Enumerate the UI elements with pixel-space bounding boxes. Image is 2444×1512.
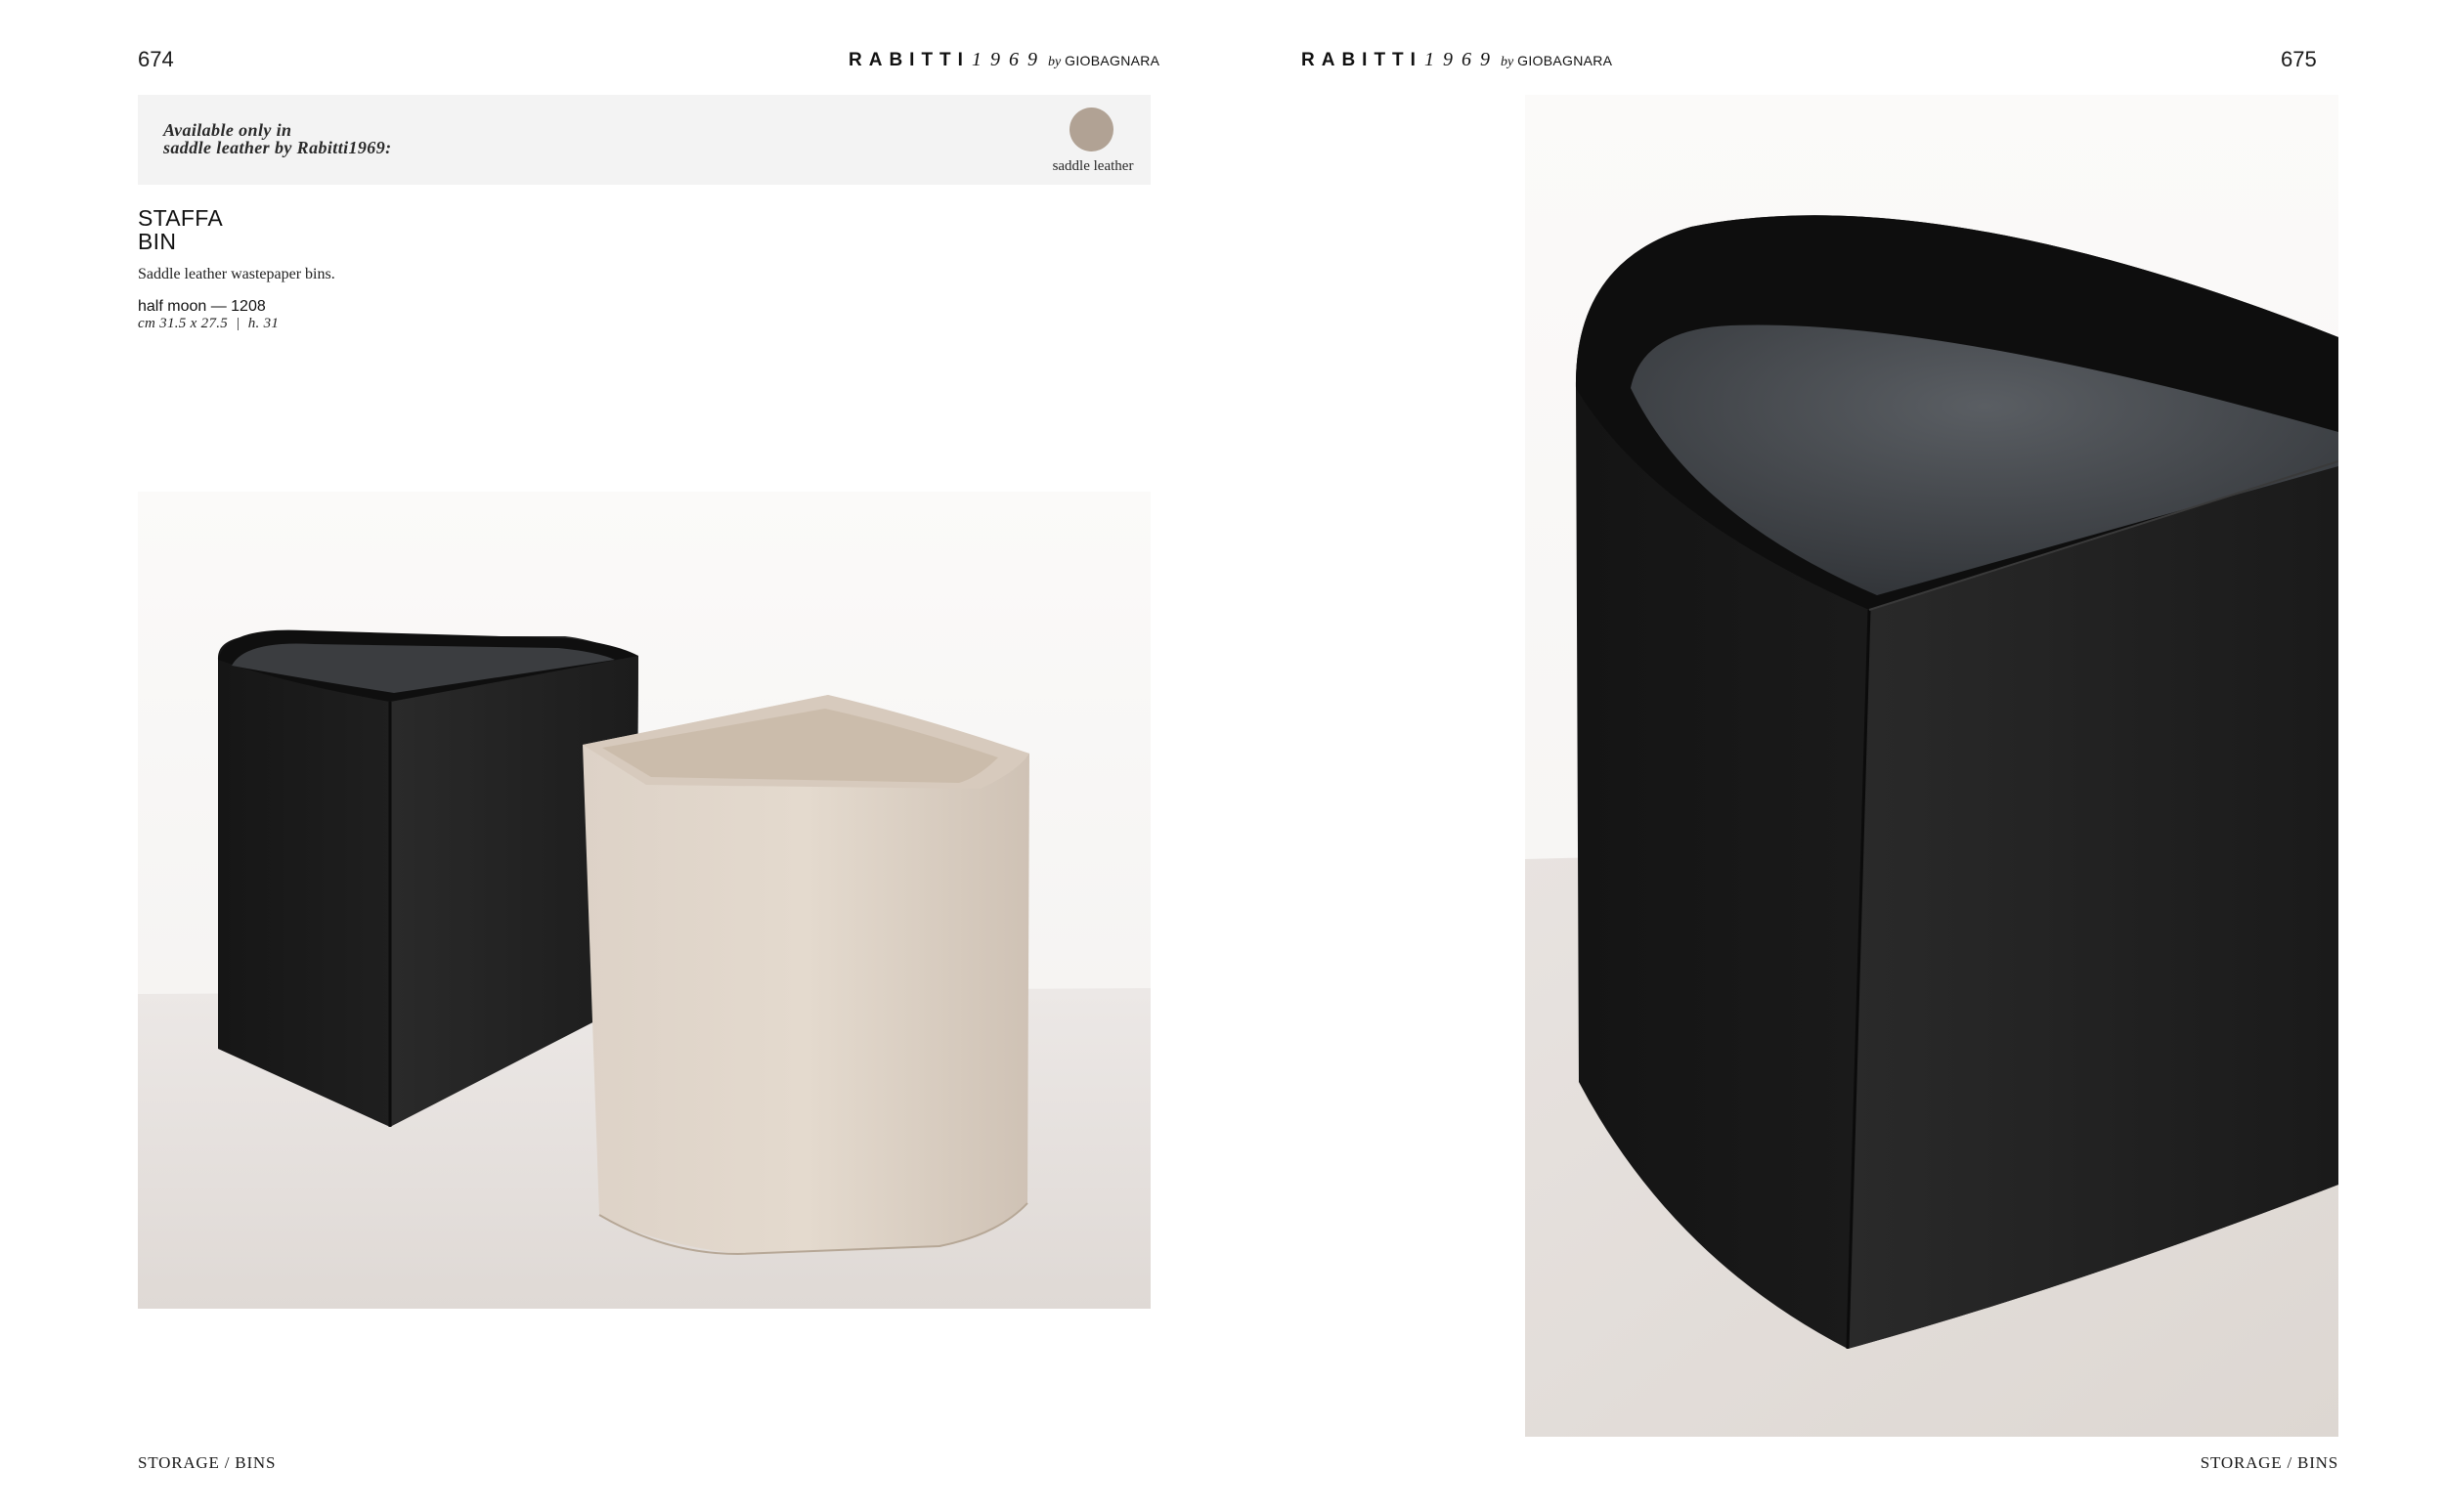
availability-line-2: saddle leather by Rabitti1969: (163, 138, 392, 157)
brand-maker: GIOBAGNARA (1517, 53, 1613, 68)
swatch-label: saddle leather (1052, 158, 1134, 174)
footer-section-left: STORAGE / BINS (138, 1453, 277, 1472)
bins-pair-illustration (138, 492, 1151, 1309)
availability-text: Available only in saddle leather by Rabi… (163, 121, 391, 156)
product-photo-pair (138, 492, 1151, 1309)
brand-year: 1969 (1423, 49, 1499, 70)
bin-closeup-illustration (1525, 95, 2338, 1437)
product-title-line-1: STAFFA (138, 205, 223, 231)
brand-logo-left: RABITTI 1969 by GIOBAGNARA (849, 49, 1159, 71)
product-photo-closeup (1525, 95, 2338, 1437)
footer-section-right: STORAGE / BINS (2200, 1453, 2338, 1472)
product-dimensions: cm 31.5 x 27.5 | h. 31 (138, 316, 280, 331)
brand-maker: GIOBAGNARA (1065, 53, 1160, 68)
product-title: STAFFA BIN (138, 206, 223, 253)
saddle-leather-swatch (1069, 108, 1113, 151)
brand-word: RABITTI (849, 50, 970, 70)
product-variant: half moon — 1208 (138, 298, 266, 315)
brand-by: by (1500, 55, 1514, 69)
brand-by: by (1047, 55, 1062, 69)
page-number-right: 675 (2281, 47, 2317, 71)
product-title-line-2: BIN (138, 229, 177, 254)
brand-logo-right: RABITTI 1969 by GIOBAGNARA (1301, 49, 1612, 71)
product-description: Saddle leather wastepaper bins. (138, 266, 335, 282)
availability-line-1: Available only in (163, 120, 292, 140)
brand-year: 1969 (971, 49, 1046, 70)
availability-box: Available only in saddle leather by Rabi… (138, 95, 1151, 185)
brand-word: RABITTI (1301, 50, 1422, 70)
page-number-left: 674 (138, 47, 174, 71)
